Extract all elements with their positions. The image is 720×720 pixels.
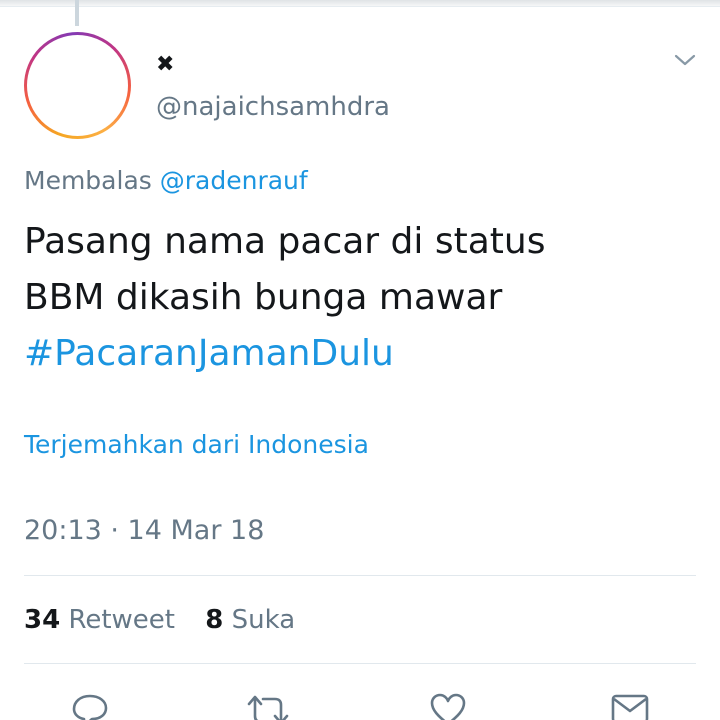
tweet-actions-bar — [0, 690, 720, 720]
tweet-text-line-1: Pasang nama pacar di status — [24, 221, 546, 262]
reply-context: Membalas @radenrauf — [24, 166, 308, 196]
tweet-timestamp: 20:13 · 14 Mar 18 — [24, 515, 265, 546]
divider — [24, 575, 696, 576]
thread-connector-line — [75, 0, 79, 26]
reply-prefix: Membalas — [24, 166, 152, 195]
tweet-stats: 34 Retweet 8 Suka — [24, 604, 317, 636]
display-name[interactable]: ✖ — [156, 52, 174, 78]
tweet-text-line-2: BBM dikasih bunga mawar — [24, 277, 503, 318]
avatar[interactable] — [24, 32, 131, 139]
reply-icon[interactable] — [70, 690, 110, 720]
top-edge-bar — [0, 0, 720, 7]
tweet-detail-screen: ✖ @najaichsamhdra Membalas @radenrauf Pa… — [0, 0, 720, 720]
divider — [24, 663, 696, 664]
reply-mention-link[interactable]: @radenrauf — [160, 166, 308, 195]
retweet-count: 34 — [24, 605, 61, 635]
retweet-label: Retweet — [68, 605, 175, 635]
retweet-stat[interactable]: 34 Retweet — [24, 604, 175, 636]
hashtag-link[interactable]: #PacaranJamanDulu — [24, 326, 684, 382]
tweet-text: Pasang nama pacar di status BBM dikasih … — [24, 214, 684, 382]
user-handle[interactable]: @najaichsamhdra — [156, 92, 390, 122]
translate-link[interactable]: Terjemahkan dari Indonesia — [24, 430, 369, 460]
like-label: Suka — [231, 605, 296, 635]
chevron-down-icon[interactable] — [674, 52, 696, 68]
retweet-icon[interactable] — [245, 690, 289, 720]
heart-icon[interactable] — [428, 690, 468, 720]
avatar-image — [27, 35, 128, 136]
like-count: 8 — [205, 605, 224, 635]
like-stat[interactable]: 8 Suka — [205, 604, 295, 636]
envelope-icon[interactable] — [610, 690, 650, 720]
